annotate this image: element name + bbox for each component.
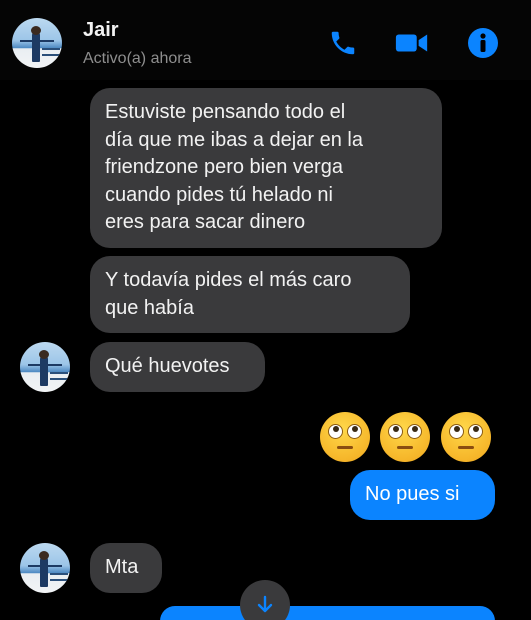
received-message-bubble[interactable]: Qué huevotes [90,342,265,392]
arrow-down-icon [257,595,273,613]
message-line: Y todavía pides el más caro [105,269,352,291]
chat-header: Jair Activo(a) ahora [0,0,531,80]
message-line: No pues si [365,483,460,505]
phone-icon[interactable] [325,26,361,60]
message-line: día que me ibas a dejar en la [105,128,363,151]
contact-avatar[interactable] [12,18,62,68]
rolling-eyes-emoji-icon [380,412,430,462]
info-icon[interactable] [465,26,501,60]
received-message-bubble[interactable]: Estuviste pensando todo el día que me ib… [90,88,442,248]
sent-message-bubble[interactable]: No pues si [350,470,495,520]
contact-status: Activo(a) ahora [83,50,192,67]
message-line: Qué huevotes [105,355,230,377]
received-message-bubble[interactable]: Mta [90,543,162,593]
sender-avatar[interactable] [20,543,70,593]
contact-name[interactable]: Jair [83,19,119,42]
sent-message-bubble-partial[interactable] [160,606,495,620]
rolling-eyes-emoji-icon [441,412,491,462]
message-line: cuando pides tú helado ni [105,183,333,206]
sender-avatar[interactable] [20,342,70,392]
message-line: eres para sacar dinero [105,211,306,233]
scroll-to-bottom-button[interactable] [240,580,290,620]
message-line: friendzone pero bien verga [105,156,343,178]
video-camera-icon[interactable] [394,26,430,60]
message-line: que había [105,296,194,319]
received-message-bubble[interactable]: Y todavía pides el más caro que había [90,256,410,333]
rolling-eyes-emoji-icon [320,412,370,462]
message-line: Estuviste pensando todo el [105,101,346,123]
message-line: Mta [105,556,139,578]
